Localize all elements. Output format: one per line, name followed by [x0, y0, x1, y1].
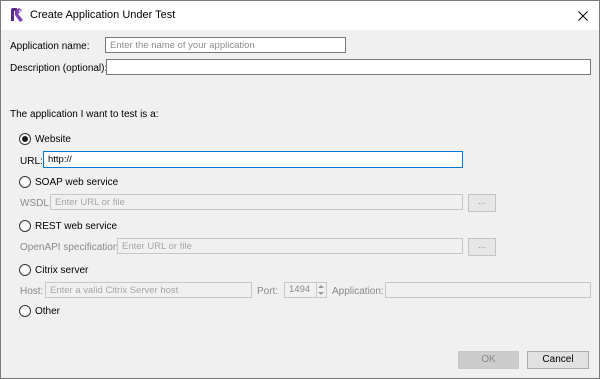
host-label: Host:: [20, 286, 44, 297]
website-radio[interactable]: [19, 133, 31, 145]
ranorex-icon: [11, 8, 23, 22]
radio-selected-dot: [22, 136, 28, 142]
citrix-application-input[interactable]: [385, 282, 591, 298]
citrix-application-label: Application:: [332, 286, 384, 297]
other-radio[interactable]: [19, 305, 31, 317]
port-spin-buttons[interactable]: [316, 282, 326, 298]
spin-down-icon[interactable]: [318, 292, 324, 295]
description-label: Description (optional):: [10, 63, 108, 74]
port-label: Port:: [257, 286, 279, 297]
title-bar: Create Application Under Test: [1, 1, 599, 30]
wsdl-browse-button[interactable]: ...: [468, 194, 496, 212]
host-input[interactable]: [45, 282, 252, 298]
soap-option-label[interactable]: SOAP web service: [35, 177, 118, 188]
openapi-input[interactable]: [117, 238, 463, 254]
url-input[interactable]: [43, 151, 463, 168]
website-option-label[interactable]: Website: [35, 134, 71, 145]
description-input[interactable]: [106, 59, 591, 75]
ok-button[interactable]: OK: [458, 351, 519, 369]
cancel-button[interactable]: Cancel: [527, 351, 589, 369]
dialog-window: Create Application Under Test Applicatio…: [0, 0, 600, 379]
other-option-label[interactable]: Other: [35, 306, 60, 317]
rest-radio[interactable]: [19, 220, 31, 232]
close-button[interactable]: [567, 1, 599, 30]
application-name-label: Application name:: [10, 41, 90, 52]
application-name-input[interactable]: [105, 37, 346, 53]
port-value: 1494: [289, 284, 311, 295]
citrix-radio[interactable]: [19, 264, 31, 276]
url-label: URL:: [20, 156, 43, 167]
section-label: The application I want to test is a:: [10, 109, 159, 120]
close-icon: [578, 10, 588, 21]
window-title: Create Application Under Test: [30, 9, 176, 21]
openapi-label: OpenAPI specification:: [20, 242, 122, 253]
soap-radio[interactable]: [19, 176, 31, 188]
rest-option-label[interactable]: REST web service: [35, 221, 117, 232]
citrix-option-label[interactable]: Citrix server: [35, 265, 88, 276]
spin-up-icon[interactable]: [318, 285, 324, 288]
wsdl-input[interactable]: [50, 194, 463, 210]
wsdl-label: WSDL:: [20, 198, 52, 209]
openapi-browse-button[interactable]: ...: [468, 238, 496, 256]
port-stepper[interactable]: 1494: [284, 282, 327, 298]
